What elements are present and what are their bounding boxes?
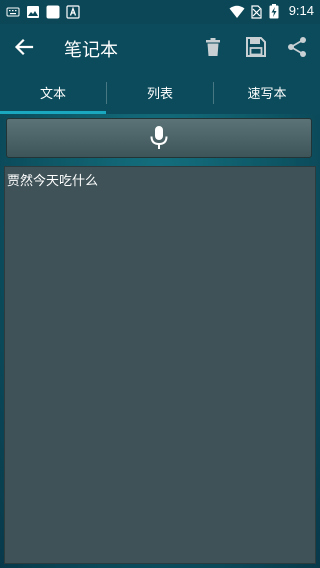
- back-button[interactable]: [12, 35, 36, 59]
- tab-text[interactable]: 文本: [0, 70, 106, 114]
- page-title: 笔记本: [64, 40, 118, 61]
- save-icon: [246, 37, 266, 57]
- wifi-icon: [229, 4, 245, 18]
- image-icon: [26, 4, 40, 18]
- blank-square-icon: [46, 4, 60, 19]
- keyboard-icon: [6, 4, 20, 18]
- share-icon: [288, 37, 306, 57]
- tab-sketchbook[interactable]: 速写本: [214, 70, 320, 114]
- delete-button[interactable]: [201, 35, 225, 59]
- tab-bar: 文本 列表 速写本: [0, 70, 320, 114]
- save-button[interactable]: [244, 35, 268, 59]
- microphone-icon: [150, 126, 168, 149]
- back-arrow-icon: [14, 38, 34, 56]
- battery-charging-icon: [269, 3, 283, 18]
- tab-text-label: 文本: [39, 86, 66, 102]
- a-icon: [66, 4, 80, 19]
- status-bar: 9:14: [0, 0, 320, 24]
- voice-input-button[interactable]: [6, 118, 312, 158]
- note-text-area[interactable]: 贾然今天吃什么: [4, 166, 316, 564]
- tab-list-label: 列表: [146, 86, 173, 102]
- trash-icon: [206, 38, 220, 56]
- no-sim-icon: [249, 4, 263, 19]
- note-content: 贾然今天吃什么: [7, 174, 99, 189]
- share-button[interactable]: [285, 35, 309, 59]
- selected-tab-indicator: [0, 111, 106, 114]
- app-bar: 笔记本: [0, 24, 320, 70]
- status-time: 9:14: [288, 3, 314, 18]
- tab-sketchbook-label: 速写本: [247, 86, 287, 102]
- tab-list[interactable]: 列表: [107, 70, 213, 114]
